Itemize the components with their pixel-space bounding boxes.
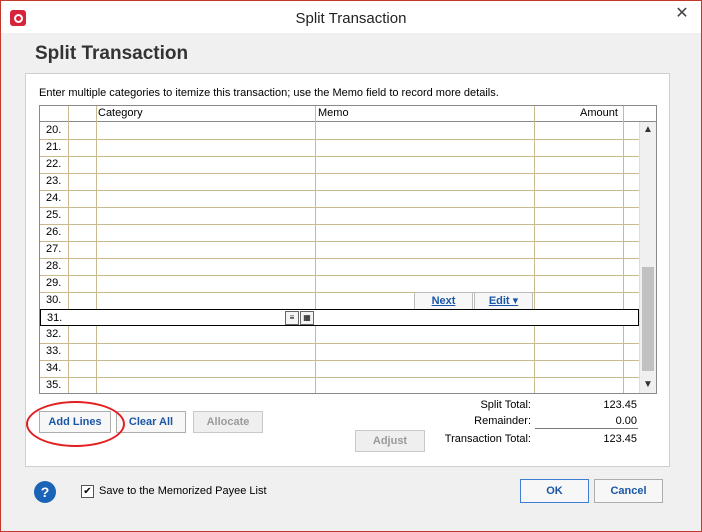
row-number: 21. [46,141,62,153]
remainder-label: Remainder: [474,415,531,427]
memorize-payee-checkbox[interactable]: ✔ [81,485,94,498]
transaction-total-value: 123.45 [603,433,637,445]
row-number: 25. [46,209,62,221]
row-number: 30. [46,294,62,306]
ok-button[interactable]: OK [520,479,589,503]
row-number: 23. [46,175,62,187]
cancel-button[interactable]: Cancel [594,479,663,503]
split-total-value: 123.45 [603,399,637,411]
row-number: 24. [46,192,62,204]
window-title: Split Transaction [295,10,407,27]
category-field-tools: ≡ ▦ [285,311,315,325]
active-table-row[interactable]: 31. ≡ ▦ [40,309,639,326]
table-row[interactable]: 25. [40,207,640,225]
title-bar: Split Transaction ✕ [1,1,701,33]
table-row[interactable]: 23. [40,173,640,191]
table-row[interactable]: 21. [40,139,640,157]
calculator-icon[interactable]: ▦ [300,311,314,325]
split-total-label: Split Total: [480,399,531,411]
chevron-down-icon[interactable]: ▼ [640,377,656,393]
column-header-amount: Amount [580,107,618,119]
column-header-memo: Memo [318,107,349,119]
instructions-text: Enter multiple categories to itemize thi… [39,87,499,99]
edit-label: Edit ▾ [488,295,519,307]
row-number: 32. [46,328,62,340]
clear-all-button[interactable]: Clear All [116,411,186,433]
table-row[interactable]: 26. [40,224,640,242]
table-row[interactable]: 32. [40,326,640,344]
column-header-category: Category [98,107,143,119]
category-list-icon[interactable]: ≡ [285,311,299,325]
split-transaction-window: Split Transaction ✕ Split Transaction En… [0,0,702,532]
scrollbar-thumb[interactable] [642,267,654,371]
table-row[interactable]: 24. [40,190,640,208]
table-row[interactable]: 30. Next Edit ▾ [40,292,640,310]
grid-header: Category Memo Amount [40,106,656,122]
row-number: 20. [46,124,62,136]
row-number: 34. [46,362,62,374]
table-row[interactable]: 35. [40,377,640,393]
grid-scrollbar[interactable]: ▲ ▼ [639,122,656,393]
memorize-payee-label[interactable]: Save to the Memorized Payee List [99,485,267,497]
table-row[interactable]: 29. [40,275,640,293]
next-row-button[interactable]: Next [414,292,473,310]
row-number: 31. [47,312,63,324]
total-divider [535,428,638,429]
dialog-heading: Split Transaction [35,43,189,64]
allocate-button[interactable]: Allocate [193,411,263,433]
remainder-value: 0.00 [615,415,637,427]
row-number: 22. [46,158,62,170]
row-number: 27. [46,243,62,255]
table-row[interactable]: 34. [40,360,640,378]
close-icon[interactable]: ✕ [669,4,695,24]
table-row[interactable]: 27. [40,241,640,259]
table-row[interactable]: 20. [40,122,640,140]
table-row[interactable]: 33. [40,343,640,361]
table-row[interactable]: 22. [40,156,640,174]
split-grid: Category Memo Amount 20. 21. 22. 23. 24.… [39,105,657,394]
help-icon[interactable]: ? [34,481,56,503]
row-number: 29. [46,277,62,289]
add-lines-button[interactable]: Add Lines [39,411,111,433]
transaction-total-label: Transaction Total: [444,433,531,445]
row-number: 26. [46,226,62,238]
row-number: 33. [46,345,62,357]
row-number: 28. [46,260,62,272]
table-row[interactable]: 28. [40,258,640,276]
chevron-up-icon[interactable]: ▲ [640,122,656,138]
row-number: 35. [46,379,62,391]
edit-row-menu-button[interactable]: Edit ▾ [474,292,533,310]
